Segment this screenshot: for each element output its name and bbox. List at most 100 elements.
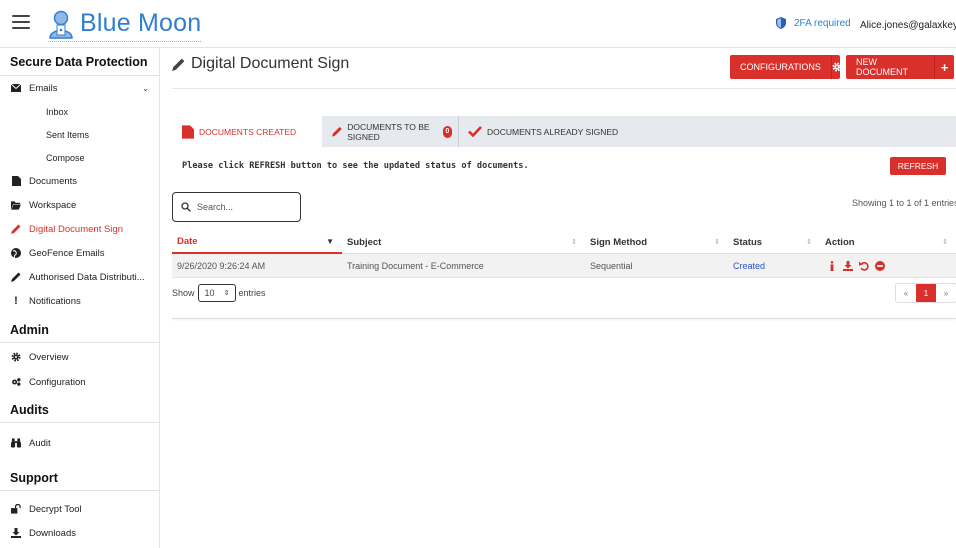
twofa-indicator[interactable]: 2FA required xyxy=(776,17,851,29)
updown-icon: ⇕ xyxy=(223,290,230,297)
page-1-button[interactable]: 1 xyxy=(916,284,936,302)
show-label: Show xyxy=(172,288,195,298)
envelope-icon xyxy=(11,83,21,93)
prev-page-button[interactable]: « xyxy=(896,284,916,302)
column-header-subject[interactable]: Subject ⇕ xyxy=(342,230,585,254)
pagination: « 1 » xyxy=(895,283,956,303)
remove-icon[interactable] xyxy=(873,259,887,273)
sidebar-item-label: Audit xyxy=(29,437,51,449)
section-title-secure-data: Secure Data Protection xyxy=(0,48,159,76)
configurations-button[interactable]: CONFIGURATIONS xyxy=(730,55,842,79)
tab-documents-to-be-signed[interactable]: DOCUMENTS TO BE SIGNED 0 xyxy=(322,116,452,147)
section-title-support: Support xyxy=(0,465,159,491)
configurations-label: CONFIGURATIONS xyxy=(740,62,821,72)
pencil-icon xyxy=(11,272,21,282)
sidebar-item-label: Digital Document Sign xyxy=(29,223,123,235)
sort-desc-icon: ▼ xyxy=(326,236,334,246)
divider xyxy=(172,88,956,89)
tab-documents-created[interactable]: DOCUMENTS CREATED xyxy=(172,116,322,147)
sidebar-item-label: Overview xyxy=(29,351,69,363)
sidebar-item-label: Configuration xyxy=(29,376,86,388)
sidebar-item-compose[interactable]: Compose xyxy=(0,146,159,169)
sidebar-item-configuration[interactable]: Configuration xyxy=(0,369,159,395)
refresh-button[interactable]: REFRESH xyxy=(890,157,946,175)
new-document-label: NEW DOCUMENT xyxy=(856,57,908,77)
new-document-button[interactable]: NEW DOCUMENT + xyxy=(846,55,954,79)
globe-icon xyxy=(11,248,21,258)
column-label: Subject xyxy=(347,236,382,248)
sidebar-item-label: Workspace xyxy=(29,199,77,211)
sidebar-item-label: Documents xyxy=(29,175,78,187)
tab-bar: DOCUMENTS CREATED DOCUMENTS TO BE SIGNED… xyxy=(172,116,956,147)
gear-icon xyxy=(830,55,842,79)
user-menu[interactable]: Alice.jones@galaxkey.io ▾ xyxy=(860,20,956,31)
tab-documents-already-signed[interactable]: DOCUMENTS ALREADY SIGNED xyxy=(458,116,658,147)
cell-sign-method: Sequential xyxy=(590,261,633,271)
pencil-icon xyxy=(332,126,342,137)
logo-text: Blue Moon xyxy=(80,9,202,37)
sidebar-item-audit[interactable]: Audit xyxy=(0,431,159,455)
top-bar: Blue Moon 2FA required Alice.jones@galax… xyxy=(0,0,956,48)
exclamation-icon: ! xyxy=(14,295,18,307)
sidebar-item-downloads[interactable]: Downloads xyxy=(0,521,159,545)
sidebar-item-workspace[interactable]: Workspace xyxy=(0,193,159,217)
column-header-action[interactable]: Action ⇕ xyxy=(820,230,956,254)
column-label: Action xyxy=(825,236,855,248)
entries-info: Showing 1 to 1 of 1 entries xyxy=(852,198,956,208)
page-length-control: Show 10 ⇕ entries xyxy=(172,284,266,302)
table-row[interactable]: 9/26/2020 9:26:24 AM Training Document -… xyxy=(172,254,956,278)
page-header: Digital Document Sign xyxy=(172,55,349,73)
sidebar-item-label: GeoFence Emails xyxy=(29,247,105,259)
search-input[interactable] xyxy=(197,202,292,212)
sidebar-item-documents[interactable]: Documents xyxy=(0,169,159,193)
cell-status: Created xyxy=(728,254,820,278)
documents-table: Date ▼ Subject ⇕ Sign Method ⇕ Status ⇕ Acti… xyxy=(172,230,956,278)
search-field[interactable] xyxy=(172,192,301,222)
twofa-label: 2FA required xyxy=(794,17,851,29)
info-icon[interactable] xyxy=(825,259,839,273)
column-header-status[interactable]: Status ⇕ xyxy=(728,230,820,254)
sidebar-item-label: Authorised Data Distributi... xyxy=(29,271,145,283)
sidebar-item-label: Emails xyxy=(29,82,58,94)
sort-icon: ⇕ xyxy=(806,239,812,246)
column-header-sign-method[interactable]: Sign Method ⇕ xyxy=(585,230,728,254)
download-icon xyxy=(11,528,21,538)
sidebar-item-label: Downloads xyxy=(29,527,76,539)
sidebar-item-inbox[interactable]: Inbox xyxy=(0,100,159,123)
status-link[interactable]: Created xyxy=(733,261,765,271)
count-badge: 0 xyxy=(442,125,452,138)
pencil-icon xyxy=(11,224,21,234)
folder-open-icon xyxy=(11,200,21,210)
undo-icon[interactable] xyxy=(857,259,871,273)
page-length-value: 10 xyxy=(204,288,215,298)
user-email: Alice.jones@galaxkey.io xyxy=(860,20,956,31)
page-length-select[interactable]: 10 ⇕ xyxy=(197,284,236,302)
refresh-hint: Please click REFRESH button to see the u… xyxy=(182,161,529,171)
sidebar-item-overview[interactable]: Overview xyxy=(0,345,159,369)
cell-actions xyxy=(820,254,956,278)
column-label: Status xyxy=(733,236,763,248)
sidebar-item-digital-document-sign[interactable]: Digital Document Sign xyxy=(0,217,159,241)
logo-icon xyxy=(49,10,73,39)
sidebar-item-authorised-data-distribution[interactable]: Authorised Data Distributi... xyxy=(0,265,159,289)
sidebar-item-decrypt-tool[interactable]: Decrypt Tool xyxy=(0,497,159,521)
download-icon[interactable] xyxy=(841,259,855,273)
logo[interactable]: Blue Moon xyxy=(48,6,202,42)
binoculars-icon xyxy=(11,438,21,448)
search-icon xyxy=(181,202,191,212)
next-page-button[interactable]: » xyxy=(936,284,956,302)
page-title: Digital Document Sign xyxy=(191,55,350,72)
sort-icon: ⇕ xyxy=(942,239,948,246)
sidebar-item-notifications[interactable]: ! Notifications xyxy=(0,289,159,313)
checkmark-icon xyxy=(468,126,482,137)
gear-icon xyxy=(11,352,21,362)
hamburger-menu-icon[interactable] xyxy=(12,15,30,31)
sidebar: Secure Data Protection Emails ⌄ Inbox Se… xyxy=(0,48,160,548)
tab-label: DOCUMENTS ALREADY SIGNED xyxy=(487,126,619,137)
sidebar-item-sent-items[interactable]: Sent Items xyxy=(0,123,159,146)
sidebar-item-geofence-emails[interactable]: GeoFence Emails xyxy=(0,241,159,265)
sidebar-item-emails[interactable]: Emails ⌄ xyxy=(0,76,159,100)
column-label: Date xyxy=(177,235,198,247)
pencil-icon xyxy=(172,58,185,71)
column-header-date[interactable]: Date ▼ xyxy=(172,230,342,254)
